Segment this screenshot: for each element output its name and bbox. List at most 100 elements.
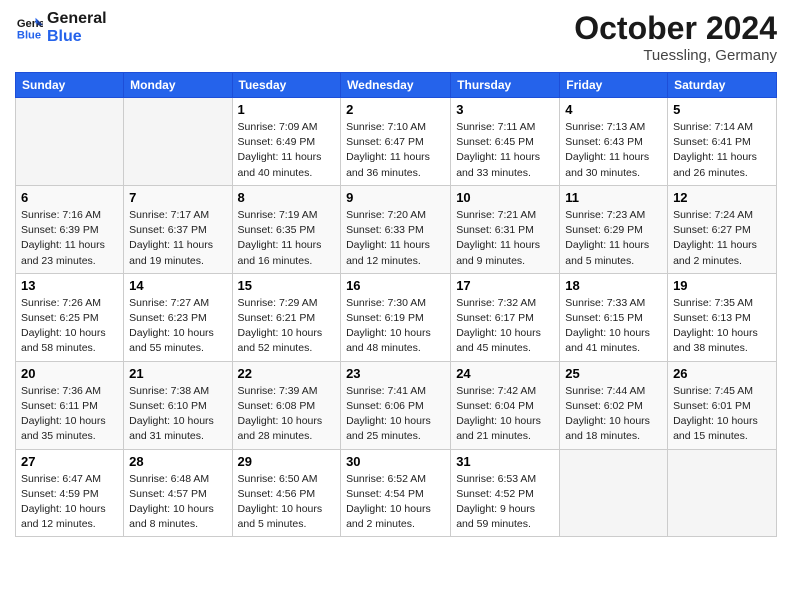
calendar-cell: 10 Sunrise: 7:21 AMSunset: 6:31 PMDayligh… (451, 185, 560, 273)
cell-daylight-info: Sunrise: 7:36 AMSunset: 6:11 PMDaylight:… (21, 384, 118, 445)
calendar-cell: 29 Sunrise: 6:50 AMSunset: 4:56 PMDayligh… (232, 449, 341, 537)
day-number: 28 (129, 454, 226, 469)
day-number: 24 (456, 366, 554, 381)
cell-daylight-info: Sunrise: 7:14 AMSunset: 6:41 PMDaylight:… (673, 120, 771, 181)
day-number: 1 (238, 102, 336, 117)
day-number: 18 (565, 278, 662, 293)
logo-line1: General (47, 10, 107, 28)
cell-daylight-info: Sunrise: 7:09 AMSunset: 6:49 PMDaylight:… (238, 120, 336, 181)
day-number: 16 (346, 278, 445, 293)
weekday-header-sunday: Sunday (16, 73, 124, 98)
calendar-week-row: 27Sunrise: 6:47 AMSunset: 4:59 PMDayligh… (16, 449, 777, 537)
cell-daylight-info: Sunrise: 7:13 AMSunset: 6:43 PMDaylight:… (565, 120, 662, 181)
weekday-header-thursday: Thursday (451, 73, 560, 98)
cell-daylight-info: Sunrise: 7:29 AMSunset: 6:21 PMDaylight:… (238, 296, 336, 357)
month-title: October 2024 (574, 10, 777, 47)
day-number: 7 (129, 190, 226, 205)
day-number: 29 (238, 454, 336, 469)
day-number: 12 (673, 190, 771, 205)
calendar-cell: 23Sunrise: 7:41 AMSunset: 6:06 PMDayligh… (341, 361, 451, 449)
calendar-cell: 26Sunrise: 7:45 AMSunset: 6:01 PMDayligh… (668, 361, 777, 449)
calendar-table: SundayMondayTuesdayWednesdayThursdayFrid… (15, 72, 777, 537)
day-number: 6 (21, 190, 118, 205)
calendar-cell: 12 Sunrise: 7:24 AMSunset: 6:27 PMDayligh… (668, 185, 777, 273)
cell-daylight-info: Sunrise: 7:20 AMSunset: 6:33 PMDaylight:… (346, 208, 445, 269)
calendar-cell: 17Sunrise: 7:32 AMSunset: 6:17 PMDayligh… (451, 273, 560, 361)
calendar-cell: 1 Sunrise: 7:09 AMSunset: 6:49 PMDaylight… (232, 98, 341, 186)
day-number: 2 (346, 102, 445, 117)
calendar-cell: 16 Sunrise: 7:30 AMSunset: 6:19 PMDayligh… (341, 273, 451, 361)
calendar-cell: 31Sunrise: 6:53 AMSunset: 4:52 PMDayligh… (451, 449, 560, 537)
calendar-cell: 28 Sunrise: 6:48 AMSunset: 4:57 PMDayligh… (124, 449, 232, 537)
calendar-cell: 30Sunrise: 6:52 AMSunset: 4:54 PMDayligh… (341, 449, 451, 537)
weekday-header-saturday: Saturday (668, 73, 777, 98)
weekday-header-wednesday: Wednesday (341, 73, 451, 98)
calendar-cell: 25 Sunrise: 7:44 AMSunset: 6:02 PMDayligh… (560, 361, 668, 449)
cell-daylight-info: Sunrise: 7:32 AMSunset: 6:17 PMDaylight:… (456, 296, 554, 357)
calendar-cell: 15 Sunrise: 7:29 AMSunset: 6:21 PMDayligh… (232, 273, 341, 361)
calendar-cell: 19 Sunrise: 7:35 AMSunset: 6:13 PMDayligh… (668, 273, 777, 361)
cell-daylight-info: Sunrise: 6:50 AMSunset: 4:56 PMDaylight:… (238, 472, 336, 533)
calendar-cell (560, 449, 668, 537)
day-number: 21 (129, 366, 226, 381)
calendar-cell: 9 Sunrise: 7:20 AMSunset: 6:33 PMDaylight… (341, 185, 451, 273)
cell-daylight-info: Sunrise: 7:24 AMSunset: 6:27 PMDaylight:… (673, 208, 771, 269)
day-number: 8 (238, 190, 336, 205)
cell-daylight-info: Sunrise: 7:33 AMSunset: 6:15 PMDaylight:… (565, 296, 662, 357)
calendar-week-row: 13Sunrise: 7:26 AMSunset: 6:25 PMDayligh… (16, 273, 777, 361)
cell-daylight-info: Sunrise: 7:16 AMSunset: 6:39 PMDaylight:… (21, 208, 118, 269)
day-number: 15 (238, 278, 336, 293)
calendar-cell: 6 Sunrise: 7:16 AMSunset: 6:39 PMDaylight… (16, 185, 124, 273)
cell-daylight-info: Sunrise: 7:35 AMSunset: 6:13 PMDaylight:… (673, 296, 771, 357)
day-number: 3 (456, 102, 554, 117)
day-number: 27 (21, 454, 118, 469)
calendar-cell: 24 Sunrise: 7:42 AMSunset: 6:04 PMDayligh… (451, 361, 560, 449)
calendar-cell (668, 449, 777, 537)
day-number: 10 (456, 190, 554, 205)
calendar-cell (124, 98, 232, 186)
cell-daylight-info: Sunrise: 7:38 AMSunset: 6:10 PMDaylight:… (129, 384, 226, 445)
weekday-header-monday: Monday (124, 73, 232, 98)
calendar-cell: 8 Sunrise: 7:19 AMSunset: 6:35 PMDaylight… (232, 185, 341, 273)
logo-icon: General Blue (15, 14, 43, 42)
cell-daylight-info: Sunrise: 7:41 AMSunset: 6:06 PMDaylight:… (346, 384, 445, 445)
calendar-cell: 27Sunrise: 6:47 AMSunset: 4:59 PMDayligh… (16, 449, 124, 537)
day-number: 20 (21, 366, 118, 381)
day-number: 25 (565, 366, 662, 381)
logo: General Blue General Blue (15, 10, 107, 47)
day-number: 9 (346, 190, 445, 205)
day-number: 31 (456, 454, 554, 469)
cell-daylight-info: Sunrise: 7:44 AMSunset: 6:02 PMDaylight:… (565, 384, 662, 445)
weekday-header-friday: Friday (560, 73, 668, 98)
cell-daylight-info: Sunrise: 7:17 AMSunset: 6:37 PMDaylight:… (129, 208, 226, 269)
day-number: 26 (673, 366, 771, 381)
location: Tuessling, Germany (574, 47, 777, 64)
cell-daylight-info: Sunrise: 7:10 AMSunset: 6:47 PMDaylight:… (346, 120, 445, 181)
logo-line2: Blue (47, 28, 107, 46)
calendar-cell: 4 Sunrise: 7:13 AMSunset: 6:43 PMDaylight… (560, 98, 668, 186)
title-block: October 2024 Tuessling, Germany (574, 10, 777, 64)
cell-daylight-info: Sunrise: 7:21 AMSunset: 6:31 PMDaylight:… (456, 208, 554, 269)
cell-daylight-info: Sunrise: 7:42 AMSunset: 6:04 PMDaylight:… (456, 384, 554, 445)
calendar-cell: 2 Sunrise: 7:10 AMSunset: 6:47 PMDaylight… (341, 98, 451, 186)
calendar-cell: 13Sunrise: 7:26 AMSunset: 6:25 PMDayligh… (16, 273, 124, 361)
cell-daylight-info: Sunrise: 7:19 AMSunset: 6:35 PMDaylight:… (238, 208, 336, 269)
cell-daylight-info: Sunrise: 7:23 AMSunset: 6:29 PMDaylight:… (565, 208, 662, 269)
calendar-cell: 14Sunrise: 7:27 AMSunset: 6:23 PMDayligh… (124, 273, 232, 361)
cell-daylight-info: Sunrise: 7:27 AMSunset: 6:23 PMDaylight:… (129, 296, 226, 357)
calendar-cell (16, 98, 124, 186)
cell-daylight-info: Sunrise: 7:26 AMSunset: 6:25 PMDaylight:… (21, 296, 118, 357)
day-number: 4 (565, 102, 662, 117)
calendar-cell: 11Sunrise: 7:23 AMSunset: 6:29 PMDayligh… (560, 185, 668, 273)
calendar-cell: 5Sunrise: 7:14 AMSunset: 6:41 PMDaylight… (668, 98, 777, 186)
day-number: 19 (673, 278, 771, 293)
cell-daylight-info: Sunrise: 6:48 AMSunset: 4:57 PMDaylight:… (129, 472, 226, 533)
weekday-header-row: SundayMondayTuesdayWednesdayThursdayFrid… (16, 73, 777, 98)
svg-text:Blue: Blue (17, 30, 41, 42)
calendar-cell: 22Sunrise: 7:39 AMSunset: 6:08 PMDayligh… (232, 361, 341, 449)
day-number: 22 (238, 366, 336, 381)
calendar-week-row: 20 Sunrise: 7:36 AMSunset: 6:11 PMDayligh… (16, 361, 777, 449)
cell-daylight-info: Sunrise: 7:11 AMSunset: 6:45 PMDaylight:… (456, 120, 554, 181)
cell-daylight-info: Sunrise: 7:30 AMSunset: 6:19 PMDaylight:… (346, 296, 445, 357)
calendar-week-row: 6 Sunrise: 7:16 AMSunset: 6:39 PMDaylight… (16, 185, 777, 273)
